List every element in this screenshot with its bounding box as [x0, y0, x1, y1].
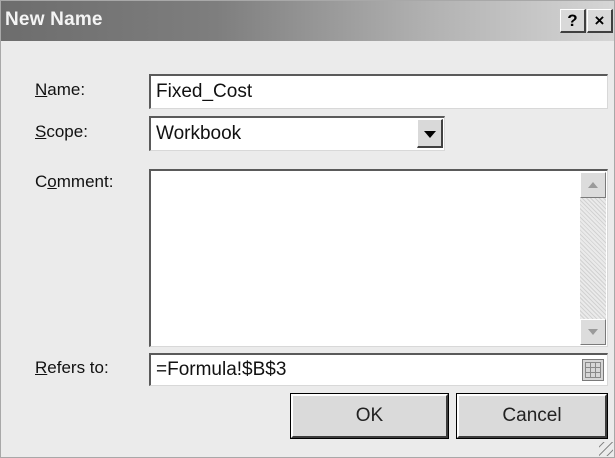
name-input[interactable]: Fixed_Cost	[149, 74, 608, 109]
scope-dropdown[interactable]: Workbook	[149, 116, 445, 151]
ok-button[interactable]: OK	[290, 393, 449, 439]
scroll-up-button[interactable]	[580, 172, 606, 198]
scope-dropdown-button[interactable]	[417, 119, 443, 148]
arrow-down-icon	[588, 329, 598, 335]
name-input-value: Fixed_Cost	[156, 81, 253, 102]
cancel-button[interactable]: Cancel	[456, 393, 608, 439]
help-button[interactable]: ?	[560, 9, 586, 33]
resize-grip-icon[interactable]	[599, 442, 613, 456]
arrow-up-icon	[588, 182, 598, 188]
dialog-title: New Name	[5, 9, 103, 30]
scope-value: Workbook	[156, 123, 242, 144]
name-label: Name:	[35, 80, 86, 99]
refers-to-input[interactable]: =Formula!$B$3	[149, 353, 608, 386]
chevron-down-icon	[424, 131, 436, 138]
collapse-dialog-button[interactable]	[582, 359, 604, 381]
range-select-icon	[585, 362, 601, 378]
scope-label: Scope:	[35, 122, 88, 141]
comment-textarea[interactable]	[149, 169, 608, 347]
close-button[interactable]: ×	[587, 9, 613, 33]
comment-label: Comment:	[35, 172, 114, 191]
refers-to-label: Refers to:	[35, 358, 109, 377]
scroll-down-button[interactable]	[580, 319, 606, 345]
comment-scrollbar[interactable]	[580, 172, 606, 345]
new-name-dialog: New Name ? × Name: Fixed_Cost Scope: Wor…	[0, 0, 615, 458]
refers-to-value: =Formula!$B$3	[156, 359, 287, 380]
title-bar[interactable]: New Name ? ×	[1, 1, 614, 41]
